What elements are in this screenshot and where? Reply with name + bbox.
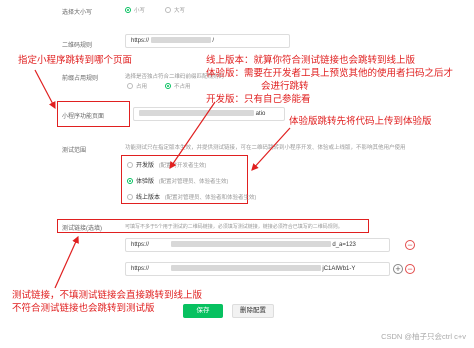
arrow-to-mini-page (34, 69, 56, 110)
arrow-to-test-link (54, 235, 79, 289)
annotation-arrows (34, 69, 291, 289)
arrow-to-trial (251, 127, 291, 171)
arrow-to-versions (169, 101, 216, 169)
watermark: CSDN @柚子只会ctrl c+v (381, 332, 466, 341)
